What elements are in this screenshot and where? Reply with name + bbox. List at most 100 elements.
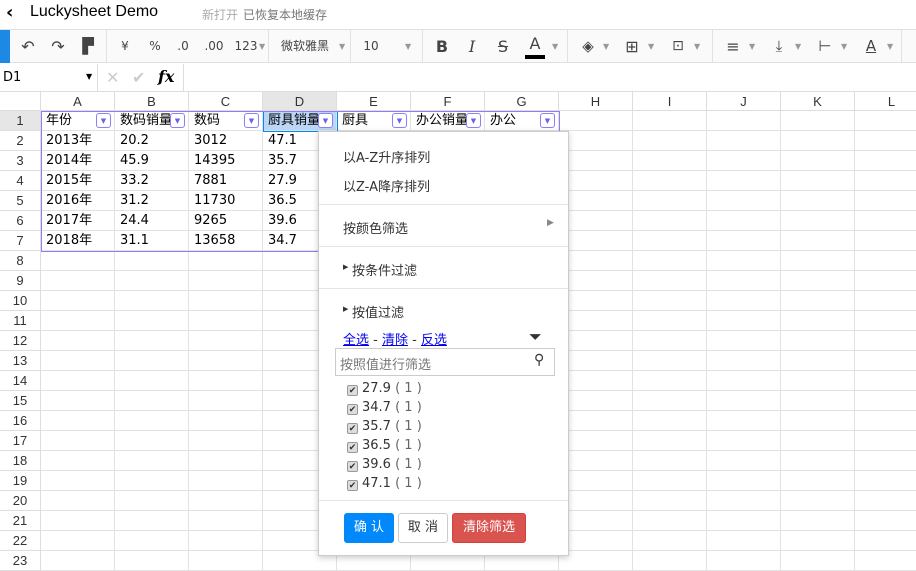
checkbox[interactable]: ✔ (347, 442, 358, 453)
checkbox[interactable]: ✔ (347, 385, 358, 396)
cell-J3[interactable] (707, 151, 781, 171)
cell-I18[interactable] (633, 451, 707, 471)
row-header-15[interactable]: 15 (0, 391, 41, 411)
search-icon[interactable]: ⚲ (534, 352, 544, 368)
row-header-23[interactable]: 23 (0, 551, 41, 571)
cell-J10[interactable] (707, 291, 781, 311)
cell-I21[interactable] (633, 511, 707, 531)
cell-L8[interactable] (855, 251, 916, 271)
text-color-button[interactable]: A (525, 30, 545, 63)
cell-H2[interactable] (559, 131, 633, 151)
cell-B12[interactable] (115, 331, 189, 351)
cell-C8[interactable] (189, 251, 263, 271)
cell-H9[interactable] (559, 271, 633, 291)
confirm-icon[interactable]: ✔ (132, 68, 145, 87)
cell-H19[interactable] (559, 471, 633, 491)
cell-C16[interactable] (189, 411, 263, 431)
cell-L15[interactable] (855, 391, 916, 411)
cell-A12[interactable] (41, 331, 115, 351)
cell-J19[interactable] (707, 471, 781, 491)
checkbox[interactable]: ✔ (347, 404, 358, 415)
cell-K8[interactable] (781, 251, 855, 271)
cell-B13[interactable] (115, 351, 189, 371)
percent-button[interactable]: % (146, 30, 164, 63)
decrease-decimal-button[interactable]: .0 (174, 30, 192, 63)
value-option[interactable]: ✔ 36.5 ( 1 ) (347, 438, 422, 453)
text-wrap-icon[interactable]: ⊢ (816, 30, 834, 63)
cell-K11[interactable] (781, 311, 855, 331)
cell-I4[interactable] (633, 171, 707, 191)
number-format-button[interactable]: 123 (234, 30, 258, 63)
value-option[interactable]: ✔ 39.6 ( 1 ) (347, 457, 422, 472)
cell-I5[interactable] (633, 191, 707, 211)
cell-H1[interactable] (559, 111, 633, 131)
row-header-4[interactable]: 4 (0, 171, 41, 191)
font-size-select[interactable]: 10 (360, 30, 382, 63)
merge-cells-icon[interactable]: ⊡ (668, 30, 688, 63)
cell-L2[interactable] (855, 131, 916, 151)
cell-I22[interactable] (633, 531, 707, 551)
text-rotate-icon[interactable]: A (862, 30, 880, 63)
row-header-1[interactable]: 1 (0, 111, 41, 131)
cell-C6[interactable]: 9265 (189, 211, 263, 231)
cell-A11[interactable] (41, 311, 115, 331)
filter-by-color-item[interactable]: 按颜色筛选 (343, 218, 408, 237)
cell-I9[interactable] (633, 271, 707, 291)
cell-I13[interactable] (633, 351, 707, 371)
row-header-6[interactable]: 6 (0, 211, 41, 231)
column-header-G[interactable]: G (485, 92, 559, 111)
cell-J17[interactable] (707, 431, 781, 451)
cell-K6[interactable] (781, 211, 855, 231)
cell-K17[interactable] (781, 431, 855, 451)
cell-L11[interactable] (855, 311, 916, 331)
cell-I1[interactable] (633, 111, 707, 131)
cell-L21[interactable] (855, 511, 916, 531)
cell-K12[interactable] (781, 331, 855, 351)
cell-L9[interactable] (855, 271, 916, 291)
cell-H23[interactable] (559, 551, 633, 571)
cell-J23[interactable] (707, 551, 781, 571)
cell-A14[interactable] (41, 371, 115, 391)
formula-input[interactable] (185, 64, 916, 92)
row-header-22[interactable]: 22 (0, 531, 41, 551)
cell-C13[interactable] (189, 351, 263, 371)
row-header-16[interactable]: 16 (0, 411, 41, 431)
cell-B21[interactable] (115, 511, 189, 531)
cell-J7[interactable] (707, 231, 781, 251)
cell-I15[interactable] (633, 391, 707, 411)
cell-H13[interactable] (559, 351, 633, 371)
cell-H4[interactable] (559, 171, 633, 191)
cell-K16[interactable] (781, 411, 855, 431)
cell-J9[interactable] (707, 271, 781, 291)
filter-dropdown-button[interactable]: ▼ (96, 113, 111, 128)
clear-link[interactable]: 清除 (382, 333, 408, 348)
italic-button[interactable]: I (463, 30, 481, 63)
clear-filter-button[interactable]: 清除筛选 (452, 513, 526, 543)
cell-K14[interactable] (781, 371, 855, 391)
cell-B15[interactable] (115, 391, 189, 411)
cell-A20[interactable] (41, 491, 115, 511)
cell-J20[interactable] (707, 491, 781, 511)
cell-A9[interactable] (41, 271, 115, 291)
row-header-20[interactable]: 20 (0, 491, 41, 511)
value-option[interactable]: ✔ 35.7 ( 1 ) (347, 419, 422, 434)
cell-L13[interactable] (855, 351, 916, 371)
cell-J4[interactable] (707, 171, 781, 191)
column-header-I[interactable]: I (633, 92, 707, 111)
cancel-icon[interactable]: ✕ (106, 68, 119, 87)
cell-B7[interactable]: 31.1 (115, 231, 189, 251)
cell-H12[interactable] (559, 331, 633, 351)
cell-J11[interactable] (707, 311, 781, 331)
row-header-2[interactable]: 2 (0, 131, 41, 151)
cell-J8[interactable] (707, 251, 781, 271)
cell-A8[interactable] (41, 251, 115, 271)
checkbox[interactable]: ✔ (347, 480, 358, 491)
cell-I11[interactable] (633, 311, 707, 331)
filter-by-value-item[interactable]: 按值过滤 (352, 302, 404, 321)
column-header-H[interactable]: H (559, 92, 633, 111)
row-header-9[interactable]: 9 (0, 271, 41, 291)
cell-K13[interactable] (781, 351, 855, 371)
cell-K2[interactable] (781, 131, 855, 151)
cell-A5[interactable]: 2016年 (41, 191, 115, 211)
cell-K1[interactable] (781, 111, 855, 131)
